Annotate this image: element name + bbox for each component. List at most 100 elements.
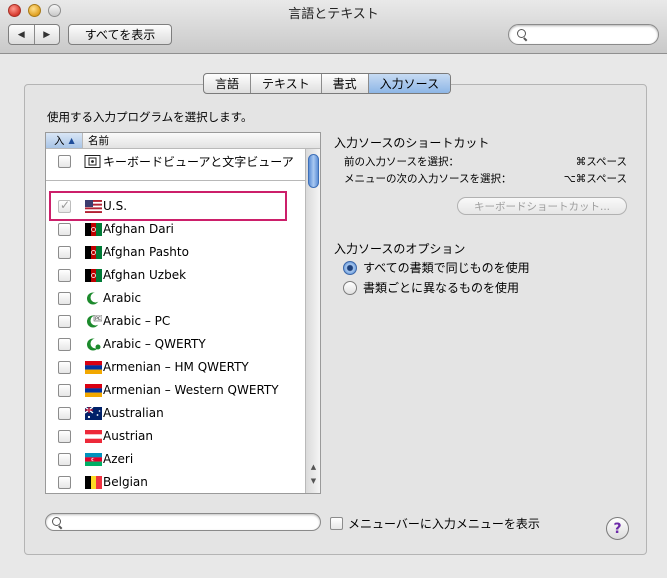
crescent-pc-icon: PC: [87, 314, 102, 327]
scroll-up-icon[interactable]: ▲: [308, 463, 319, 475]
radio-each-label: 書類ごとに異なるものを使用: [363, 281, 520, 295]
forward-arrow-icon: ▶: [43, 29, 51, 40]
tab-input-sources[interactable]: 入力ソース: [367, 74, 451, 93]
column-enabled[interactable]: 入 ▲: [46, 133, 83, 148]
list-item-checkbox[interactable]: [58, 314, 71, 328]
list-item-label: Austrian: [103, 429, 153, 443]
column-name[interactable]: 名前: [83, 133, 109, 148]
list-search-field[interactable]: [45, 513, 321, 531]
list-item-checkbox[interactable]: [58, 406, 71, 420]
list-item-label: Afghan Pashto: [103, 245, 189, 259]
tab-text[interactable]: テキスト: [250, 74, 321, 93]
list-item[interactable]: Armenian – Western QWERTY: [46, 379, 306, 401]
window-toolbar: 言語とテキスト ◀ ▶ すべてを表示: [0, 0, 667, 54]
sort-ascending-icon: ▲: [68, 136, 75, 145]
list-item-label: Azeri: [103, 452, 134, 466]
crescent-icon: [87, 338, 101, 350]
list-item-checkbox[interactable]: [58, 154, 71, 168]
list-item-checkbox[interactable]: [58, 475, 71, 489]
list-item[interactable]: Afghan Pashto: [46, 241, 306, 263]
list-item-checkbox[interactable]: [58, 337, 71, 351]
list-item[interactable]: Azeri: [46, 448, 306, 470]
back-button[interactable]: ◀: [9, 25, 34, 44]
scroll-down-icon[interactable]: ▼: [308, 477, 319, 489]
show-input-menu-option[interactable]: メニューバーに入力メニューを表示: [330, 515, 540, 532]
show-input-menu-checkbox[interactable]: [330, 517, 343, 530]
tab-formats[interactable]: 書式: [320, 74, 368, 93]
search-icon: [517, 29, 528, 40]
list-item[interactable]: Armenian – HM QWERTY: [46, 356, 306, 378]
prev-source-label: 前の入力ソースを選択：: [344, 156, 459, 168]
list-item[interactable]: Australian: [46, 402, 306, 424]
list-item-label: キーボードビューアと文字ビューア: [103, 154, 294, 169]
window-title: 言語とテキスト: [288, 7, 379, 22]
list-item-label: Arabic: [103, 291, 142, 305]
radio-same-for-all[interactable]: すべての書類で同じものを使用: [343, 259, 530, 276]
radio-button-selected[interactable]: [343, 260, 357, 275]
radio-same-label: すべての書類で同じものを使用: [363, 261, 530, 275]
list-item-label: Armenian – Western QWERTY: [103, 383, 279, 397]
column-enabled-label: 入: [54, 135, 65, 147]
keyboard-shortcuts-button[interactable]: キーボードショートカット...: [457, 197, 627, 215]
list-item-label: Afghan Dari: [103, 222, 174, 236]
instruction-text: 使用する入力プログラムを選択します。: [47, 110, 253, 124]
list-item-checkbox[interactable]: [58, 245, 71, 259]
afghanistan-flag-icon: [85, 268, 102, 282]
list-item[interactable]: Belgian: [46, 471, 306, 493]
list-item-checkbox[interactable]: [58, 360, 71, 374]
list-item-checkbox[interactable]: [58, 452, 71, 466]
crescent-icon: [87, 292, 101, 304]
toolbar-search-field[interactable]: [508, 24, 659, 45]
armenia-flag-icon: [85, 383, 102, 397]
list-item-label: Afghan Uzbek: [103, 268, 187, 282]
list-divider: [46, 180, 306, 181]
list-item-label: Belgian: [103, 475, 148, 489]
azerbaijan-flag-icon: [85, 452, 102, 466]
show-all-button[interactable]: すべてを表示: [68, 24, 172, 45]
list-item[interactable]: Austrian: [46, 425, 306, 447]
scrollbar-thumb[interactable]: [308, 154, 319, 188]
list-item-checkbox[interactable]: [58, 429, 71, 443]
help-button[interactable]: ?: [606, 517, 629, 540]
list-item[interactable]: Arabic – QWERTY: [46, 333, 306, 355]
svg-text:PC: PC: [95, 316, 101, 322]
list-item-label: Arabic – QWERTY: [103, 337, 206, 351]
back-arrow-icon: ◀: [17, 29, 25, 40]
list-header: 入 ▲ 名前: [46, 133, 320, 149]
show-input-menu-label: メニューバーに入力メニューを表示: [348, 517, 540, 531]
prev-source-shortcut: ⌘スペース: [575, 156, 627, 168]
next-source-label: メニューの次の入力ソースを選択：: [344, 173, 512, 185]
keyboard-viewer-icon: [84, 154, 101, 168]
afghanistan-flag-icon: [85, 222, 102, 236]
list-item-label: Armenian – HM QWERTY: [103, 360, 249, 374]
options-heading: 入力ソースのオプション: [334, 242, 466, 256]
list-item-checkbox[interactable]: [58, 268, 71, 282]
list-item-checkbox[interactable]: [58, 383, 71, 397]
list-item[interactable]: Afghan Dari: [46, 218, 306, 240]
list-item-label: Arabic – PC: [103, 314, 171, 328]
selection-highlight-box: [49, 191, 287, 221]
nav-back-forward: ◀ ▶: [8, 24, 60, 45]
tab-language[interactable]: 言語: [204, 74, 250, 93]
list-item[interactable]: Afghan Uzbek: [46, 264, 306, 286]
list-item[interactable]: PC Arabic – PC: [46, 310, 306, 332]
next-source-shortcut: ⌥⌘スペース: [563, 173, 627, 185]
list-item-checkbox[interactable]: [58, 222, 71, 236]
search-icon: [52, 517, 63, 528]
forward-button[interactable]: ▶: [33, 25, 60, 44]
list-item-checkbox[interactable]: [58, 291, 71, 305]
afghanistan-flag-icon: [85, 245, 102, 259]
shortcuts-heading: 入力ソースのショートカット: [334, 136, 490, 150]
list-item-label: Australian: [103, 406, 164, 420]
radio-per-document[interactable]: 書類ごとに異なるものを使用: [343, 279, 519, 296]
pref-tabs: 言語 テキスト 書式 入力ソース: [203, 73, 452, 94]
list-item[interactable]: Arabic: [46, 287, 306, 309]
australia-flag-icon: [85, 406, 102, 420]
list-item[interactable]: キーボードビューアと文字ビューア: [46, 150, 306, 172]
austria-flag-icon: [85, 429, 102, 443]
armenia-flag-icon: [85, 360, 102, 374]
radio-button[interactable]: [343, 280, 357, 295]
list-scrollbar[interactable]: ▲ ▼: [305, 149, 320, 493]
belgium-flag-icon: [85, 475, 102, 489]
input-source-list: 入 ▲ 名前 キーボードビューアと文字ビューア U.S. Afghan Dari…: [45, 132, 321, 494]
